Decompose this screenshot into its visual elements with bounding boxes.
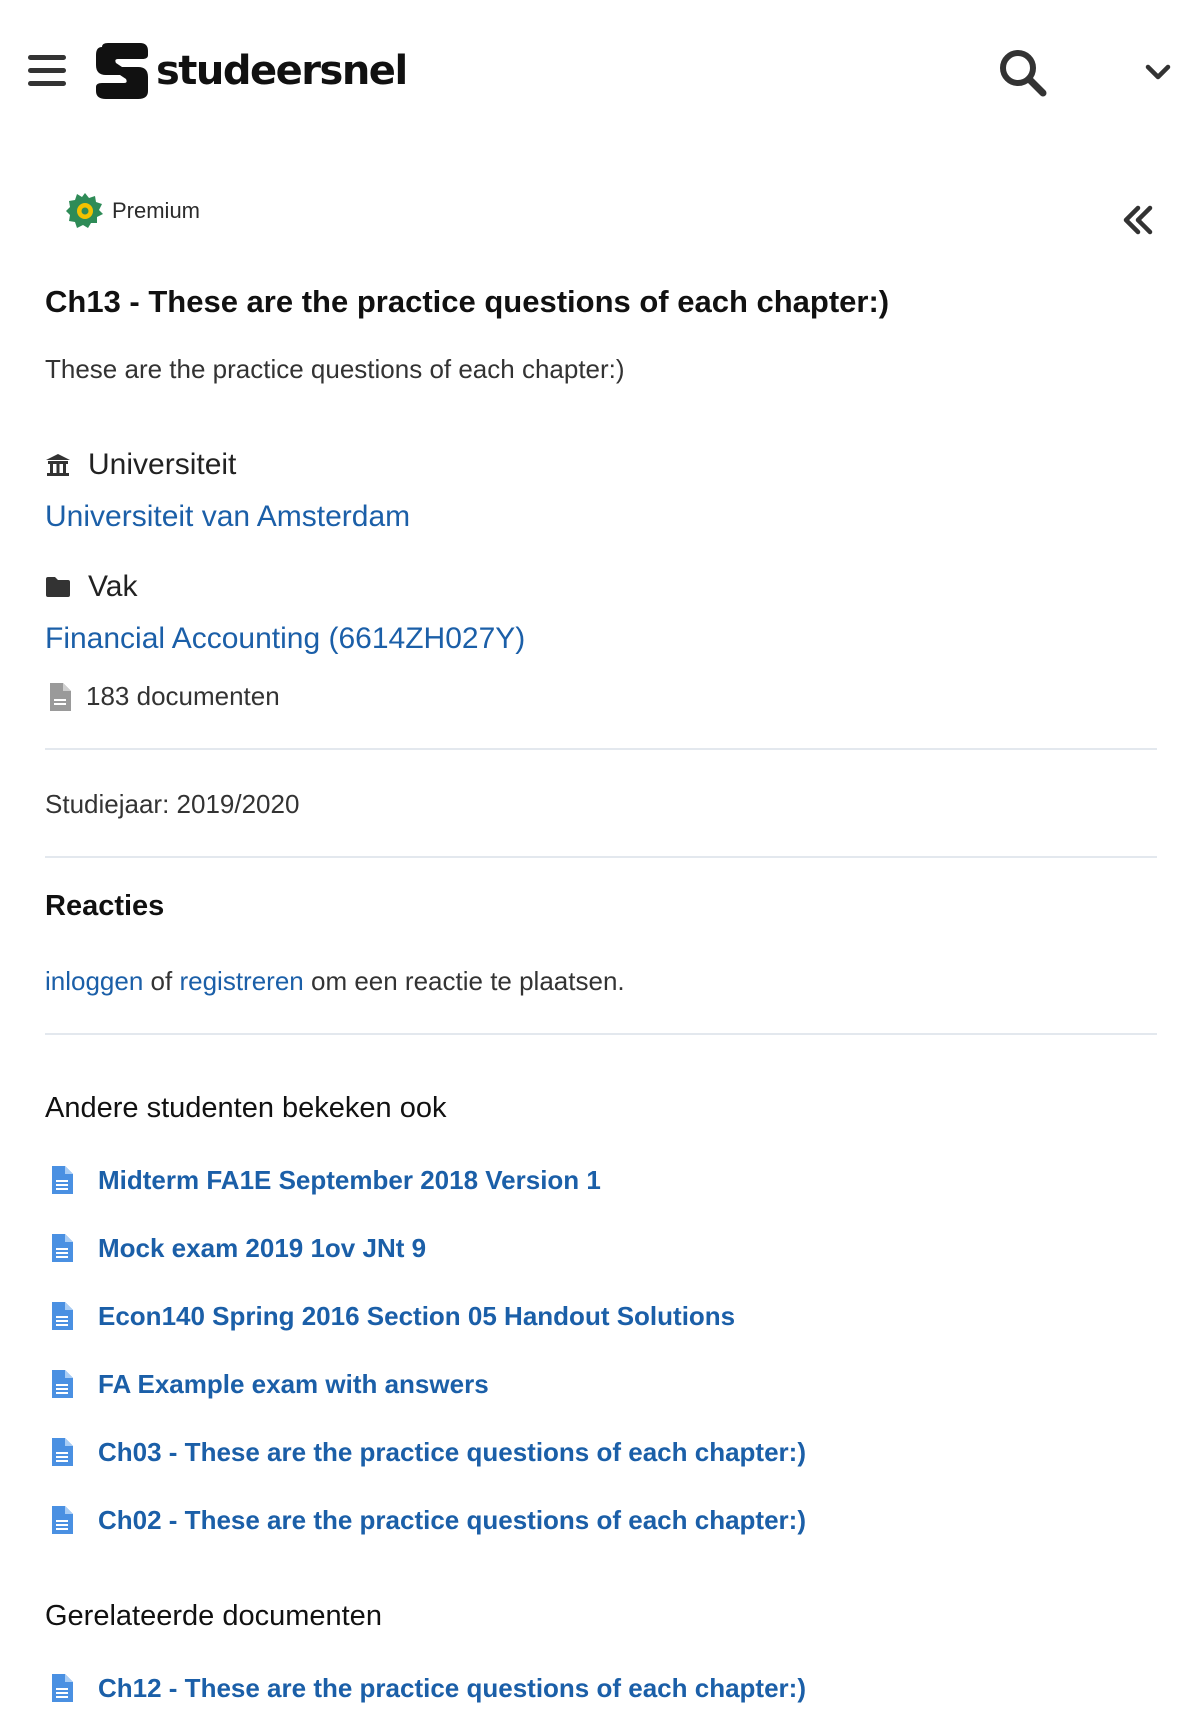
list-item[interactable]: Midterm FA1E September 2018 Version 1 (50, 1146, 806, 1214)
list-item[interactable]: FA Example exam with answers (50, 1350, 806, 1418)
document-icon (48, 682, 72, 712)
login-link[interactable]: inloggen (45, 966, 143, 996)
document-icon (50, 1369, 78, 1399)
comments-heading: Reacties (45, 890, 165, 922)
document-description: These are the practice questions of each… (45, 354, 625, 384)
premium-gear-icon (66, 193, 103, 228)
others-viewed-heading: Andere studenten bekeken ook (45, 1092, 447, 1124)
course-heading: Vak (45, 570, 137, 604)
document-icon (50, 1233, 78, 1263)
comment-prompt: inloggen of registreren om een reactie t… (45, 966, 625, 997)
document-link[interactable]: Ch03 - These are the practice questions … (98, 1437, 806, 1468)
divider (45, 748, 1157, 750)
document-link[interactable]: Midterm FA1E September 2018 Version 1 (98, 1165, 601, 1196)
hamburger-menu-icon[interactable] (28, 55, 66, 86)
university-heading: Universiteit (45, 448, 236, 482)
premium-label: Premium (112, 198, 201, 223)
list-item[interactable]: Econ140 Spring 2016 Section 05 Handout S… (50, 1282, 806, 1350)
course-link[interactable]: Financial Accounting (6614ZH027Y) (45, 622, 525, 656)
register-link[interactable]: registreren (179, 966, 303, 996)
related-list: Ch12 - These are the practice questions … (50, 1654, 806, 1722)
divider (45, 1033, 1157, 1035)
document-link[interactable]: FA Example exam with answers (98, 1369, 489, 1400)
list-item[interactable]: Mock exam 2019 1ov JNt 9 (50, 1214, 806, 1282)
divider (45, 856, 1157, 858)
brand-logo[interactable]: studeersnel (92, 40, 408, 102)
document-icon (50, 1505, 78, 1535)
folder-icon (45, 575, 73, 599)
university-icon (45, 452, 73, 478)
list-item[interactable]: Ch03 - These are the practice questions … (50, 1418, 806, 1486)
document-icon (50, 1437, 78, 1467)
list-item[interactable]: Ch12 - These are the practice questions … (50, 1654, 806, 1722)
document-title: Ch13 - These are the practice questions … (45, 284, 890, 319)
brand-name: studeersnel (156, 48, 408, 94)
list-item[interactable]: Ch02 - These are the practice questions … (50, 1486, 806, 1554)
top-bar: studeersnel (0, 0, 1200, 140)
premium-badge: Premium (66, 192, 200, 230)
document-link[interactable]: Ch02 - These are the practice questions … (98, 1505, 806, 1536)
course-doc-count: 183 documenten (48, 681, 280, 712)
comment-or: of (150, 966, 173, 996)
chevron-down-icon[interactable] (1140, 54, 1176, 90)
others-viewed-list: Midterm FA1E September 2018 Version 1 Moc… (50, 1146, 806, 1554)
document-icon (50, 1301, 78, 1331)
comment-rest: om een reactie te plaatsen. (310, 966, 625, 996)
document-icon (50, 1165, 78, 1195)
course-heading-label: Vak (88, 570, 138, 603)
related-heading: Gerelateerde documenten (45, 1600, 382, 1632)
double-chevron-left-icon[interactable] (1118, 200, 1158, 240)
document-icon (50, 1673, 78, 1703)
doc-count-label: 183 documenten (86, 681, 280, 711)
university-heading-label: Universiteit (88, 448, 237, 481)
study-year: Studiejaar: 2019/2020 (45, 789, 300, 819)
document-link[interactable]: Ch12 - These are the practice questions … (98, 1673, 806, 1704)
document-link[interactable]: Econ140 Spring 2016 Section 05 Handout S… (98, 1301, 735, 1332)
university-link[interactable]: Universiteit van Amsterdam (45, 500, 410, 534)
document-link[interactable]: Mock exam 2019 1ov JNt 9 (98, 1233, 426, 1264)
search-icon[interactable] (995, 45, 1051, 101)
studeersnel-logo-icon (96, 43, 148, 99)
